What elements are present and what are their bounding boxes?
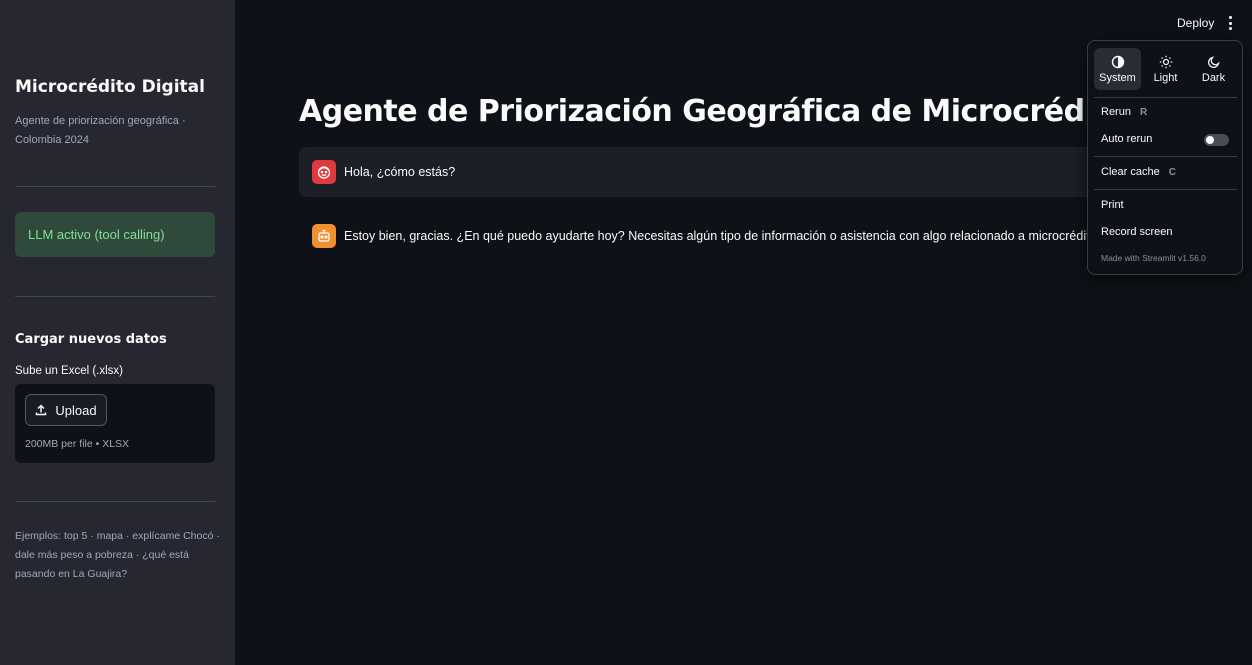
menu-item-rerun[interactable]: Rerun R [1101, 106, 1147, 118]
deploy-button[interactable]: Deploy [1177, 16, 1214, 30]
theme-selector: System Light Dark [1094, 48, 1237, 90]
examples-caption: Ejemplos: top 5 · mapa · explícame Chocó… [15, 530, 220, 580]
menu-divider [1094, 189, 1237, 190]
divider [15, 186, 215, 187]
divider [15, 296, 215, 297]
sun-icon [1159, 55, 1172, 68]
menu-item-auto-rerun[interactable]: Auto rerun [1101, 133, 1152, 145]
auto-rerun-toggle[interactable] [1204, 134, 1229, 146]
upload-button[interactable]: Upload [25, 394, 107, 426]
theme-light-button[interactable]: Light [1142, 48, 1189, 90]
sidebar-title: Microcrédito Digital [15, 77, 205, 97]
shortcut-key: R [1139, 106, 1148, 118]
sidebar-caption: Agente de priorización geográfica · Colo… [15, 115, 186, 146]
llm-status-alert: LLM activo (tool calling) [15, 212, 215, 257]
main-menu-icon[interactable] [1222, 14, 1238, 32]
user-avatar-icon [312, 160, 336, 184]
menu-divider [1094, 156, 1237, 157]
chat-message-text: Estoy bien, gracias. ¿En qué puedo ayuda… [344, 229, 1099, 243]
menu-item-record-screen[interactable]: Record screen [1101, 226, 1173, 238]
made-with-streamlit: Made with Streamlit v1.56.0 [1101, 253, 1206, 263]
chat-message-text: Hola, ¿cómo estás? [344, 165, 456, 179]
upload-limit-note: 200MB per file • XLSX [25, 438, 130, 450]
theme-system-button[interactable]: System [1094, 48, 1141, 90]
menu-item-print[interactable]: Print [1101, 199, 1124, 211]
upload-button-label: Upload [55, 402, 97, 418]
chat-message-assistant: Estoy bien, gracias. ¿En qué puedo ayuda… [299, 212, 1099, 260]
upload-label: Sube un Excel (.xlsx) [15, 365, 124, 377]
contrast-icon [1111, 55, 1124, 68]
upload-section-title: Cargar nuevos datos [15, 332, 167, 347]
menu-item-clear-cache[interactable]: Clear cache C [1101, 166, 1176, 178]
bot-avatar-icon [312, 224, 336, 248]
divider [15, 501, 215, 502]
sidebar: Microcrédito Digital Agente de priorizac… [0, 0, 235, 665]
upload-icon [36, 404, 47, 416]
menu-divider [1094, 97, 1237, 98]
chat-message-user: Hola, ¿cómo estás? [299, 147, 1099, 197]
moon-icon [1207, 55, 1220, 68]
page-title: Agente de Priorización Geográfica de Mic… [299, 94, 1129, 129]
file-uploader-dropzone[interactable]: Upload 200MB per file • XLSX [15, 384, 215, 463]
main-menu-dropdown: System Light Dark Rerun R Auto rerun Cle… [1087, 40, 1243, 275]
shortcut-key: C [1168, 166, 1176, 178]
theme-dark-button[interactable]: Dark [1190, 48, 1237, 90]
